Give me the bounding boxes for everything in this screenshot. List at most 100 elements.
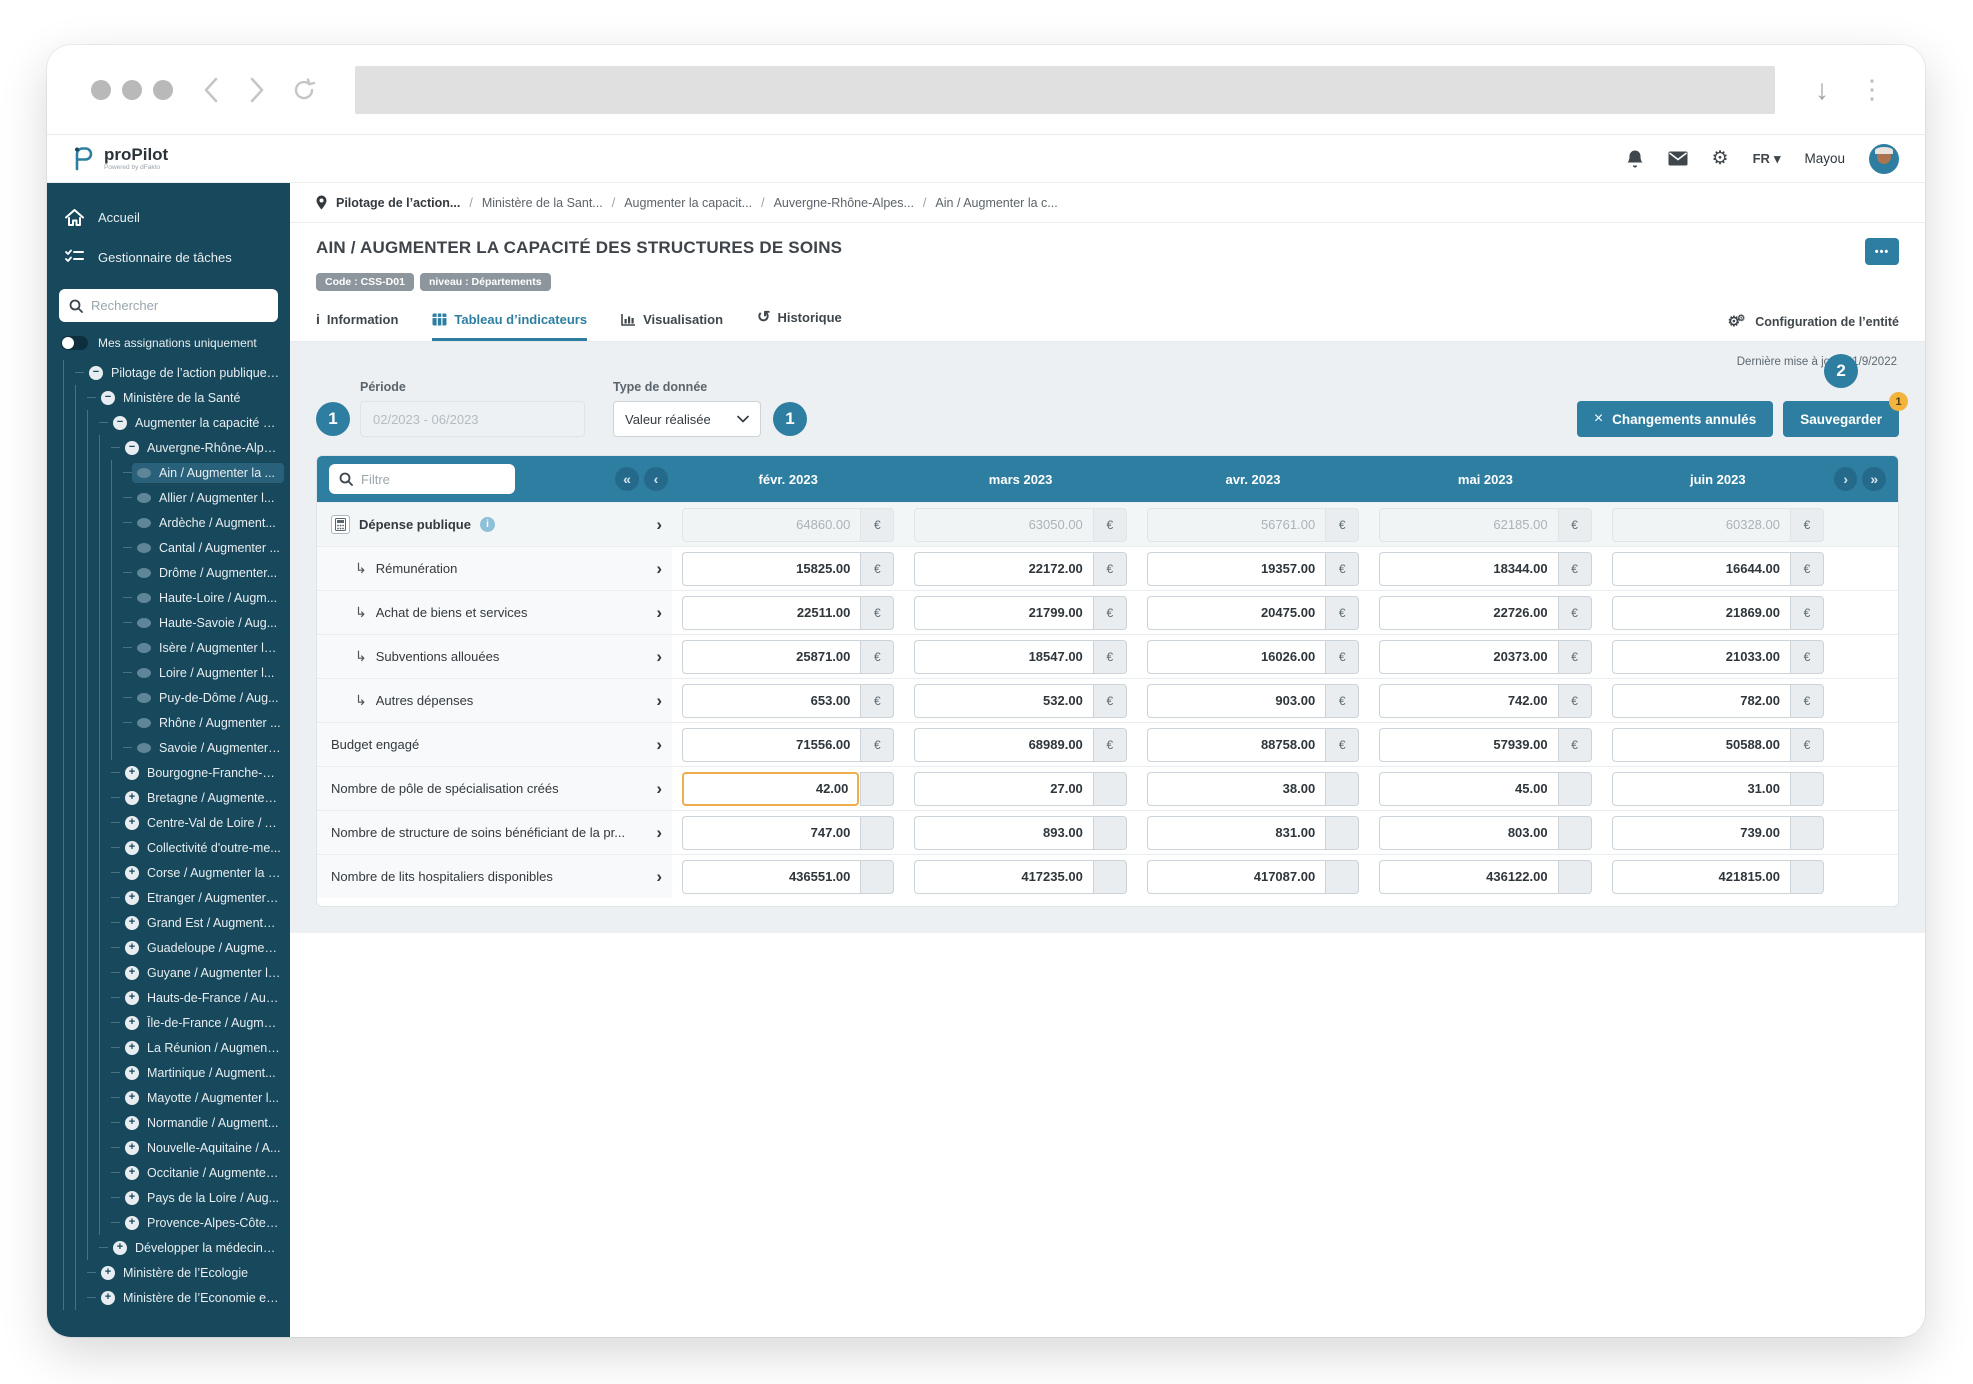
tree-item[interactable]: −Ministère de la Santé xyxy=(63,385,290,410)
window-control-dots[interactable] xyxy=(91,80,173,100)
columns-first-button[interactable]: « xyxy=(615,467,639,491)
tree-plus-icon[interactable]: + xyxy=(125,916,139,930)
columns-next-button[interactable]: › xyxy=(1834,467,1858,491)
tree-plus-icon[interactable]: + xyxy=(125,1066,139,1080)
value-input[interactable]: 16026.00 xyxy=(1147,640,1325,674)
row-expand-chevron[interactable]: › xyxy=(656,868,662,885)
language-selector[interactable]: FR▾ xyxy=(1753,151,1781,167)
tree-plus-icon[interactable]: + xyxy=(125,866,139,880)
tree-item[interactable]: Ardèche / Augment... xyxy=(63,510,290,535)
tree-item[interactable]: +Île-de-France / Augme... xyxy=(63,1010,290,1035)
row-expand-chevron[interactable]: › xyxy=(656,560,662,577)
tree-plus-icon[interactable]: + xyxy=(125,941,139,955)
type-donnee-select[interactable]: Valeur réalisée xyxy=(613,401,761,437)
propilot-logo[interactable]: proPilot Powered by dFakto xyxy=(69,145,168,173)
tree-plus-icon[interactable]: + xyxy=(125,766,139,780)
forward-icon[interactable] xyxy=(249,76,265,104)
row-expand-chevron[interactable]: › xyxy=(656,648,662,665)
value-input[interactable]: 21799.00 xyxy=(914,596,1092,630)
value-input[interactable]: 38.00 xyxy=(1147,772,1325,806)
tree-item[interactable]: +Ministère de l’Ecologie xyxy=(63,1260,290,1285)
tree-item[interactable]: Puy-de-Dôme / Aug... xyxy=(63,685,290,710)
sidebar-item-gestionnaire[interactable]: Gestionnaire de tâches xyxy=(47,237,290,277)
settings-gear-icon[interactable]: ⚙ xyxy=(1712,147,1729,170)
back-icon[interactable] xyxy=(203,76,219,104)
value-input[interactable]: 893.00 xyxy=(914,816,1092,850)
tree-minus-icon[interactable]: − xyxy=(113,416,127,430)
value-input[interactable]: 22511.00 xyxy=(682,596,860,630)
tree-plus-icon[interactable]: + xyxy=(113,1241,127,1255)
tree-item[interactable]: +Grand Est / Augmenter... xyxy=(63,910,290,935)
tree-item[interactable]: Loire / Augmenter l... xyxy=(63,660,290,685)
tab-visualisation[interactable]: Visualisation xyxy=(621,312,723,341)
tree-item[interactable]: +Nouvelle-Aquitaine / A... xyxy=(63,1135,290,1160)
value-input[interactable]: 20373.00 xyxy=(1379,640,1557,674)
tree-plus-icon[interactable]: + xyxy=(125,1041,139,1055)
tree-item[interactable]: +Provence-Alpes-Côte d... xyxy=(63,1210,290,1235)
tree-item[interactable]: +La Réunion / Augment... xyxy=(63,1035,290,1060)
cancel-changes-button[interactable]: × Changements annulés xyxy=(1577,401,1773,437)
tree-item[interactable]: +Guadeloupe / Augmen... xyxy=(63,935,290,960)
assignments-toggle[interactable] xyxy=(61,336,88,350)
value-input[interactable]: 417087.00 xyxy=(1147,860,1325,894)
tree-item[interactable]: +Martinique / Augment... xyxy=(63,1060,290,1085)
tree-plus-icon[interactable]: + xyxy=(125,1191,139,1205)
tree-plus-icon[interactable]: + xyxy=(125,966,139,980)
tree-item[interactable]: +Bourgogne-Franche-C... xyxy=(63,760,290,785)
value-input[interactable]: 803.00 xyxy=(1379,816,1557,850)
value-input[interactable]: 532.00 xyxy=(914,684,1092,718)
tree-minus-icon[interactable]: − xyxy=(125,441,139,455)
value-input[interactable]: 68989.00 xyxy=(914,728,1092,762)
value-input[interactable]: 417235.00 xyxy=(914,860,1092,894)
tree-item[interactable]: +Centre-Val de Loire / A... xyxy=(63,810,290,835)
tree-item[interactable]: Haute-Savoie / Aug... xyxy=(63,610,290,635)
value-input[interactable]: 742.00 xyxy=(1379,684,1557,718)
row-expand-chevron[interactable]: › xyxy=(656,604,662,621)
tree-item[interactable]: −Augmenter la capacité de... xyxy=(63,410,290,435)
tree-item[interactable]: Drôme / Augmenter... xyxy=(63,560,290,585)
breadcrumb-item[interactable]: Ministère de la Sant... xyxy=(482,196,603,210)
value-input[interactable]: 782.00 xyxy=(1612,684,1790,718)
tree-item[interactable]: Savoie / Augmenter ... xyxy=(63,735,290,760)
value-input[interactable]: 747.00 xyxy=(682,816,860,850)
value-input[interactable]: 436551.00 xyxy=(682,860,860,894)
tab-tableau-indicateurs[interactable]: Tableau d’indicateurs xyxy=(432,312,587,341)
tree-plus-icon[interactable]: + xyxy=(125,816,139,830)
value-input[interactable]: 18547.00 xyxy=(914,640,1092,674)
tree-plus-icon[interactable]: + xyxy=(125,841,139,855)
value-input[interactable]: 16644.00 xyxy=(1612,552,1790,586)
value-input[interactable]: 421815.00 xyxy=(1612,860,1790,894)
tree-item[interactable]: Rhône / Augmenter ... xyxy=(63,710,290,735)
save-button[interactable]: Sauvegarder xyxy=(1783,401,1899,437)
value-input[interactable]: 21869.00 xyxy=(1612,596,1790,630)
tree-plus-icon[interactable]: + xyxy=(125,1216,139,1230)
value-input[interactable]: 71556.00 xyxy=(682,728,860,762)
tree-plus-icon[interactable]: + xyxy=(101,1291,115,1305)
value-input[interactable]: 19357.00 xyxy=(1147,552,1325,586)
tree-item[interactable]: +Collectivité d'outre-me... xyxy=(63,835,290,860)
tree-plus-icon[interactable]: + xyxy=(125,1016,139,1030)
tree-item[interactable]: +Normandie / Augment... xyxy=(63,1110,290,1135)
entity-config-button[interactable]: ⚙⚙ Configuration de l’entité xyxy=(1728,313,1899,341)
refresh-icon[interactable] xyxy=(291,77,317,103)
user-avatar[interactable] xyxy=(1869,144,1899,174)
notifications-bell-icon[interactable] xyxy=(1626,149,1644,169)
address-bar[interactable] xyxy=(355,66,1775,114)
filter-input[interactable]: Filtre xyxy=(329,464,515,494)
periode-input[interactable]: 02/2023 - 06/2023 xyxy=(360,401,585,437)
tree-item[interactable]: +Développer la médecine d... xyxy=(63,1235,290,1260)
tree-item[interactable]: +Etranger / Augmenter l... xyxy=(63,885,290,910)
tree-item[interactable]: +Bretagne / Augmenter ... xyxy=(63,785,290,810)
value-input[interactable]: 739.00 xyxy=(1612,816,1790,850)
tree-item[interactable]: −Pilotage de l’action publique pa... xyxy=(63,360,290,385)
tree-plus-icon[interactable]: + xyxy=(125,991,139,1005)
value-input[interactable]: 25871.00 xyxy=(682,640,860,674)
value-input[interactable]: 22726.00 xyxy=(1379,596,1557,630)
messages-envelope-icon[interactable] xyxy=(1668,151,1688,166)
tree-plus-icon[interactable]: + xyxy=(125,791,139,805)
sidebar-search-input[interactable]: Rechercher xyxy=(59,289,278,322)
value-input[interactable]: 20475.00 xyxy=(1147,596,1325,630)
breadcrumb-item[interactable]: Augmenter la capacit... xyxy=(624,196,752,210)
value-input[interactable]: 50588.00 xyxy=(1612,728,1790,762)
tab-historique[interactable]: ↺ Historique xyxy=(757,307,842,341)
